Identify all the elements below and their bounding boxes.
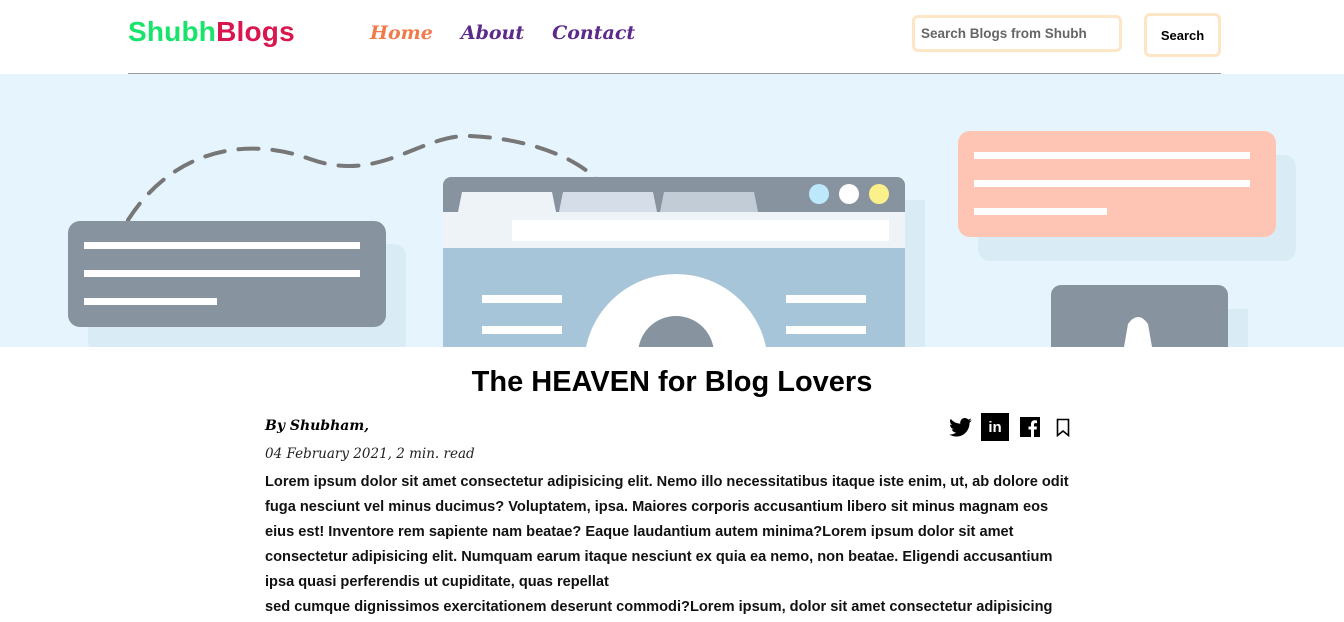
device-card-icon [1051, 285, 1248, 347]
brand-logo[interactable]: ShubhBlogs [128, 16, 295, 48]
brand-part-1: Shubh [128, 16, 217, 47]
facebook-icon[interactable] [1018, 415, 1042, 439]
chat-bubble-peach-icon [958, 131, 1296, 261]
article-paragraph: sed cumque dignissimos exercitationem de… [265, 599, 1053, 615]
site-header: ShubhBlogs Home About Contact Search [128, 0, 1221, 74]
nav-contact-link[interactable]: Contact [552, 22, 635, 44]
search-button[interactable]: Search [1144, 13, 1221, 57]
bookmark-icon[interactable] [1051, 415, 1075, 439]
article-author: By Shubham, [265, 418, 370, 434]
article-paragraph: Lorem ipsum dolor sit amet consectetur a… [265, 474, 1069, 590]
browser-window-icon [443, 177, 925, 347]
article-date: 04 February 2021, 2 min. read [265, 446, 475, 462]
twitter-icon[interactable] [948, 415, 972, 439]
chat-bubble-grey-icon [68, 221, 406, 347]
nav-home-link[interactable]: Home [370, 22, 433, 44]
search-input[interactable] [912, 15, 1122, 52]
article-body: Lorem ipsum dolor sit amet consectetur a… [265, 470, 1080, 620]
nav-about-link[interactable]: About [461, 22, 524, 44]
share-bar: in [948, 413, 1075, 441]
hero-illustration [68, 131, 1296, 347]
hero-banner [0, 74, 1344, 347]
article-title: The HEAVEN for Blog Lovers [471, 366, 873, 398]
brand-part-2: Blogs [216, 16, 295, 47]
linkedin-icon[interactable]: in [981, 413, 1009, 441]
main-nav: Home About Contact [370, 22, 635, 44]
